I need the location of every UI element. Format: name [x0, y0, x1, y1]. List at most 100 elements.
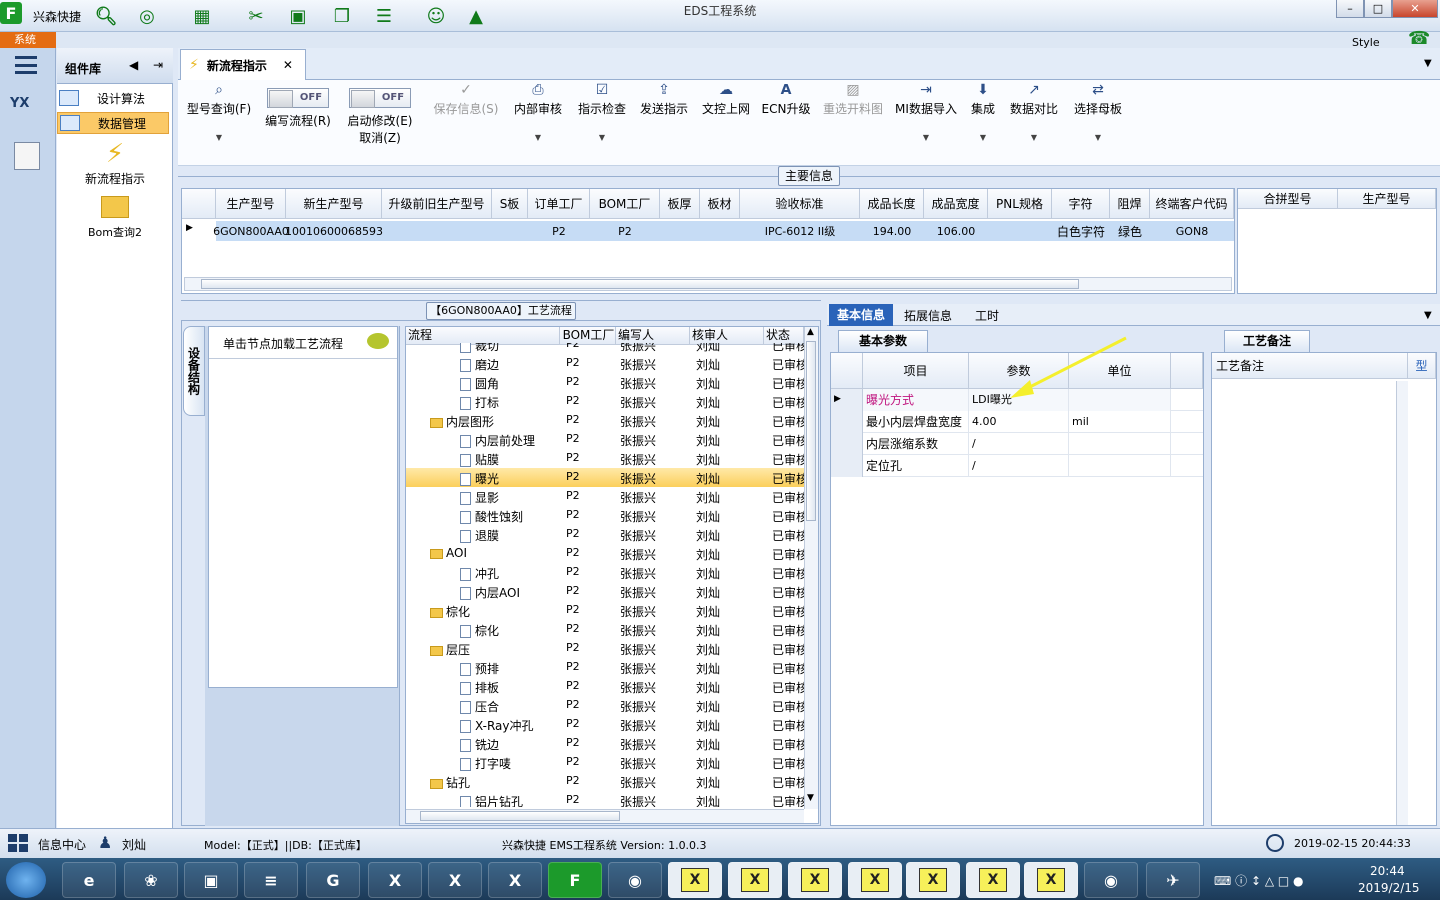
- tree-folder-row[interactable]: 内层图形 P2 张振兴 刘灿 已审核: [406, 411, 804, 430]
- tree-item-row[interactable]: 圆角 P2 张振兴 刘灿 已审核: [406, 373, 804, 392]
- tab-system[interactable]: 系统: [0, 32, 56, 48]
- phone-icon[interactable]: ☎: [1408, 28, 1430, 49]
- tree-item-row[interactable]: 冲孔 P2 张振兴 刘灿 已审核: [406, 563, 804, 582]
- cell[interactable]: [700, 221, 740, 241]
- chevron-down-icon[interactable]: ▼: [1424, 310, 1432, 321]
- column-header[interactable]: 工艺备注: [1212, 353, 1408, 379]
- tree-item-row[interactable]: 铣边 P2 张振兴 刘灿 已审核: [406, 734, 804, 753]
- cell[interactable]: P2: [590, 221, 660, 241]
- column-header[interactable]: 新生产型号: [286, 189, 382, 219]
- column-header[interactable]: 型: [1408, 353, 1436, 379]
- tab-extended-info[interactable]: 拓展信息: [904, 307, 952, 324]
- scrollbar-thumb[interactable]: [806, 341, 816, 521]
- column-header[interactable]: BOM工厂: [590, 189, 660, 219]
- tree-item-row[interactable]: 内层AOI P2 张振兴 刘灿 已审核: [406, 582, 804, 601]
- cell[interactable]: [1069, 433, 1171, 455]
- tree-item-row[interactable]: 打标 P2 张振兴 刘灿 已审核: [406, 392, 804, 411]
- column-header[interactable]: 生产型号: [216, 189, 286, 219]
- edit-flow-toggle[interactable]: OFF 编写流程(R): [260, 80, 336, 164]
- tree-folder-row[interactable]: AOI P2 张振兴 刘灿 已审核: [406, 544, 804, 563]
- table-row[interactable]: 内层涨缩系数 /: [831, 433, 1203, 455]
- taskbar-excel-3[interactable]: X: [488, 862, 542, 898]
- taskbar-window-3[interactable]: [788, 862, 842, 898]
- cell[interactable]: /: [969, 455, 1069, 477]
- horizontal-scrollbar[interactable]: [184, 277, 1232, 291]
- taskbar-scanner[interactable]: ≡: [244, 862, 298, 898]
- table-row[interactable]: 最小内层焊盘宽度 4.00 mil: [831, 411, 1203, 433]
- cell[interactable]: P2: [528, 221, 590, 241]
- column-header[interactable]: 验收标准: [740, 189, 860, 219]
- tree-item-row[interactable]: 内层前处理 P2 张振兴 刘灿 已审核: [406, 430, 804, 449]
- column-header[interactable]: 阻焊: [1110, 189, 1150, 219]
- lib-item-design-algorithm[interactable]: 设计算法: [57, 87, 169, 109]
- tray-icons[interactable]: ⌨ ⓘ ↕ △ □ ●: [1214, 872, 1304, 889]
- tree-item-row[interactable]: X-Ray冲孔 P2 张振兴 刘灿 已审核: [406, 715, 804, 734]
- cell[interactable]: 194.00: [860, 221, 924, 241]
- close-tab-icon[interactable]: ✕: [283, 58, 293, 72]
- internal-review-button[interactable]: ⎙ 内部审核 ▼: [510, 80, 566, 164]
- cell[interactable]: [660, 221, 700, 241]
- collapse-left-icon[interactable]: ◀: [129, 58, 138, 72]
- column-header[interactable]: PNL规格: [988, 189, 1052, 219]
- cell[interactable]: GON8: [1150, 221, 1234, 241]
- factory-icon[interactable]: YX: [10, 96, 44, 126]
- taskbar-window-2[interactable]: [728, 862, 782, 898]
- calculator-icon[interactable]: [14, 142, 40, 170]
- ecn-upgrade-button[interactable]: 𝗔 ECN升级: [760, 80, 812, 164]
- tree-item-row[interactable]: 酸性蚀刻 P2 张振兴 刘灿 已审核: [406, 506, 804, 525]
- cell[interactable]: [988, 221, 1052, 241]
- cell[interactable]: 白色字符: [1052, 221, 1110, 241]
- tab-process-notes[interactable]: 工艺备注: [1224, 330, 1310, 352]
- tree-item-row[interactable]: 贴膜 P2 张振兴 刘灿 已审核: [406, 449, 804, 468]
- send-indicate-button[interactable]: ⇪ 发送指示: [636, 80, 692, 164]
- cell[interactable]: 最小内层焊盘宽度: [863, 411, 969, 433]
- tree-folder-row[interactable]: 层压 P2 张振兴 刘灿 已审核: [406, 639, 804, 658]
- taskbar-window-7[interactable]: [1024, 862, 1078, 898]
- tree-item-row[interactable]: 预排 P2 张振兴 刘灿 已审核: [406, 658, 804, 677]
- column-header[interactable]: 成品宽度: [924, 189, 988, 219]
- tree-item-row[interactable]: 排板 P2 张振兴 刘灿 已审核: [406, 677, 804, 696]
- column-header[interactable]: 终端客户代码: [1150, 189, 1234, 219]
- tree-item-row[interactable]: 棕化 P2 张振兴 刘灿 已审核: [406, 620, 804, 639]
- cell[interactable]: 定位孔: [863, 455, 969, 477]
- taskbar-excel-2[interactable]: X: [428, 862, 482, 898]
- cell[interactable]: 内层涨缩系数: [863, 433, 969, 455]
- tab-basic-info[interactable]: 基本信息: [829, 304, 893, 326]
- lib-item-data-management[interactable]: 数据管理: [57, 112, 169, 134]
- taskbar-eye-2[interactable]: ◉: [1084, 862, 1138, 898]
- tool-new-flow[interactable]: ⚡︎ 新流程指示: [57, 138, 173, 187]
- toggle-switch[interactable]: OFF: [267, 88, 329, 108]
- start-modify-toggle[interactable]: OFF 启动修改(E) 取消(Z): [342, 80, 418, 164]
- tree-item-row[interactable]: 曝光 P2 张振兴 刘灿 已审核: [406, 468, 804, 487]
- cell[interactable]: 绿色: [1110, 221, 1150, 241]
- chevron-down-icon[interactable]: ▼: [1424, 58, 1432, 69]
- column-header[interactable]: S板: [492, 189, 528, 219]
- start-button[interactable]: [6, 862, 46, 898]
- select-board-button[interactable]: ⇄ 选择母板 ▼: [1070, 80, 1126, 164]
- tree-folder-row[interactable]: 棕化 P2 张振兴 刘灿 已审核: [406, 601, 804, 620]
- horizontal-scrollbar[interactable]: [406, 809, 804, 823]
- column-header[interactable]: 项目: [863, 353, 969, 389]
- pin-icon[interactable]: ⇥: [153, 58, 163, 72]
- tool-bom-query[interactable]: Bom查询2: [57, 196, 173, 240]
- tree-item-row[interactable]: 压合 P2 张振兴 刘灿 已审核: [406, 696, 804, 715]
- indicate-check-button[interactable]: ☑ 指示检查 ▼: [574, 80, 630, 164]
- column-header[interactable]: 板材: [700, 189, 740, 219]
- scrollbar-thumb[interactable]: [201, 279, 1079, 289]
- cell[interactable]: mil: [1069, 411, 1171, 433]
- vertical-scrollbar[interactable]: ▲ ▼: [804, 327, 818, 809]
- hint-bar[interactable]: 单击节点加载工艺流程: [209, 327, 397, 359]
- cell[interactable]: 4.00: [969, 411, 1069, 433]
- cell[interactable]: 曝光方式: [863, 389, 969, 411]
- scroll-up-icon[interactable]: ▲: [807, 327, 814, 337]
- table-row[interactable]: 定位孔 /: [831, 455, 1203, 477]
- taskbar-app-red[interactable]: G: [306, 862, 360, 898]
- cell[interactable]: [382, 221, 492, 241]
- tree-item-row[interactable]: 打字唛 P2 张振兴 刘灿 已审核: [406, 753, 804, 772]
- column-header[interactable]: 成品长度: [860, 189, 924, 219]
- taskbar-window-1[interactable]: [668, 862, 722, 898]
- cell[interactable]: [1069, 455, 1171, 477]
- cell[interactable]: 106.00: [924, 221, 988, 241]
- tab-basic-params[interactable]: 基本参数: [838, 330, 928, 352]
- tree-item-row[interactable]: 退膜 P2 张振兴 刘灿 已审核: [406, 525, 804, 544]
